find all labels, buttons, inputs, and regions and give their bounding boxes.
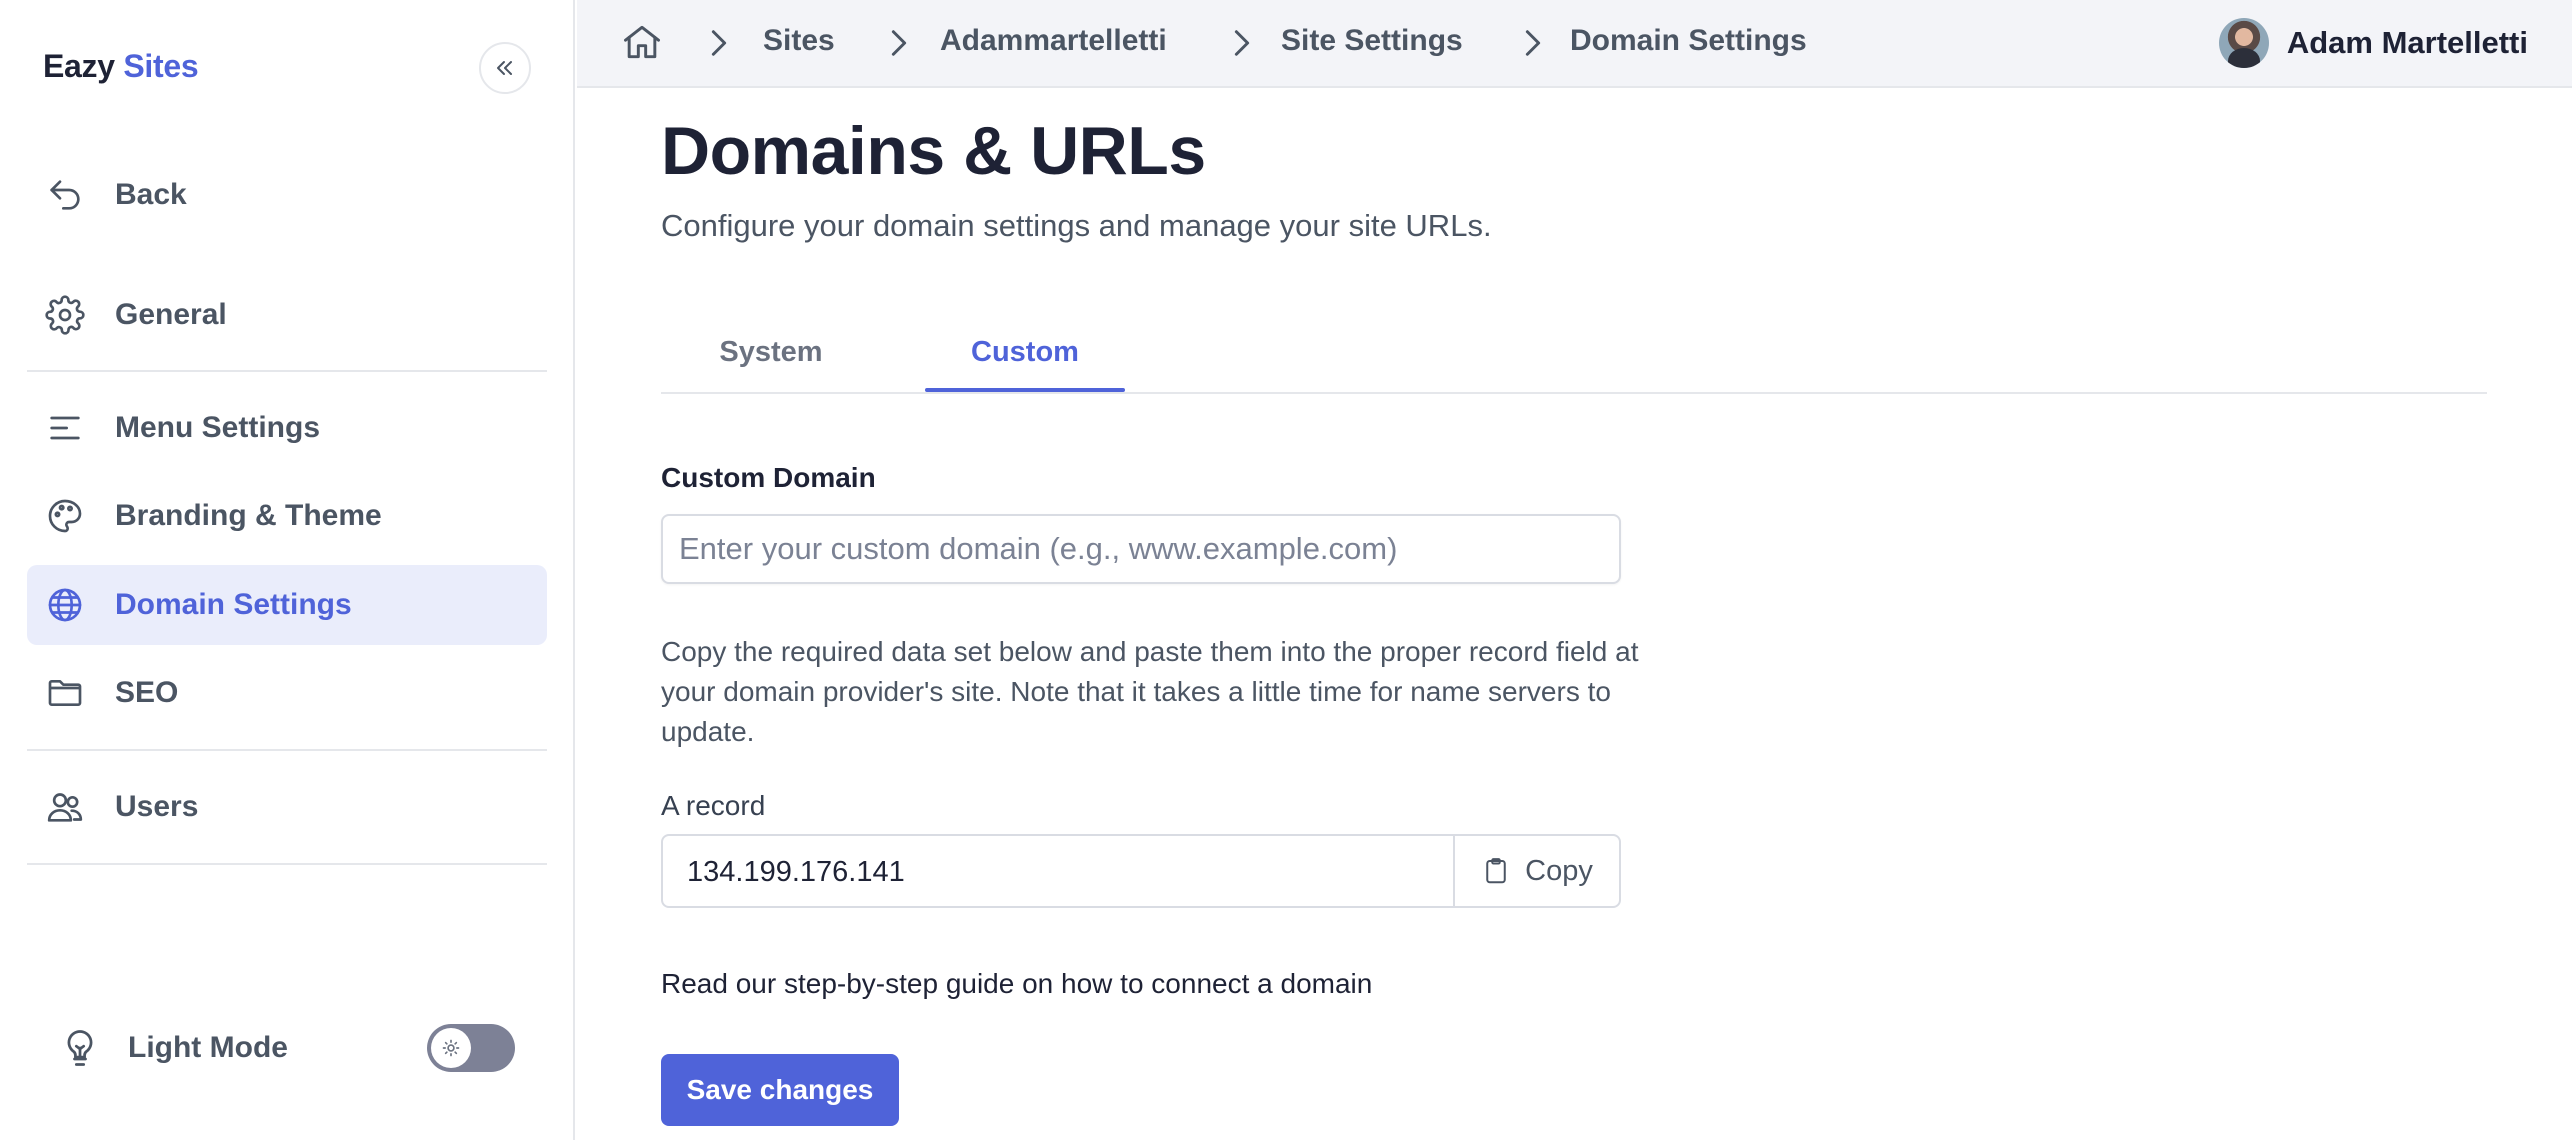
user-name: Adam Martelletti xyxy=(2286,25,2528,60)
sidebar-item-label: Back xyxy=(115,178,187,211)
breadcrumb-item-site-settings[interactable]: Site Settings xyxy=(1281,24,1463,58)
avatar xyxy=(2218,18,2269,68)
top-bar: Sites Adammartelletti Site Settings Doma… xyxy=(577,0,2572,88)
menu-lines-icon xyxy=(43,406,87,450)
sidebar-divider xyxy=(27,749,547,751)
breadcrumb-item-domain-settings[interactable]: Domain Settings xyxy=(1570,24,1807,58)
tab-system[interactable]: System xyxy=(711,336,831,369)
sidebar-item-seo[interactable]: SEO xyxy=(27,653,547,733)
sidebar-item-branding-theme[interactable]: Branding & Theme xyxy=(27,476,547,556)
page-title: Domains & URLs xyxy=(661,113,1206,189)
sidebar-item-label: Domain Settings xyxy=(115,588,352,621)
sidebar-item-label: General xyxy=(115,298,227,331)
light-mode-row: Light Mode xyxy=(58,1020,518,1076)
copy-button-label: Copy xyxy=(1525,854,1593,887)
palette-icon xyxy=(43,494,87,538)
sidebar-item-label: SEO xyxy=(115,676,179,709)
tab-custom[interactable]: Custom xyxy=(925,336,1125,369)
sidebar-item-back[interactable]: Back xyxy=(27,155,547,235)
clipboard-icon xyxy=(1486,858,1506,884)
sidebar: Eazy Sites Back General Menu Settings Br… xyxy=(0,0,575,1140)
a-record-value[interactable]: 134.199.176.141 xyxy=(687,856,905,889)
sidebar-item-users[interactable]: Users xyxy=(27,767,547,847)
breadcrumb-item-sites[interactable]: Sites xyxy=(763,24,835,58)
toggle-knob xyxy=(431,1028,471,1068)
save-changes-button[interactable]: Save changes xyxy=(661,1054,899,1126)
brand-logo: Eazy Sites xyxy=(43,48,199,85)
brand-name-part1: Eazy xyxy=(43,48,115,84)
custom-domain-input[interactable] xyxy=(661,514,1621,584)
users-icon xyxy=(43,785,87,829)
breadcrumb-item-site[interactable]: Adammartelletti xyxy=(940,24,1167,58)
connect-domain-guide-link[interactable]: Read our step-by-step guide on how to co… xyxy=(661,968,1372,1000)
sidebar-item-general[interactable]: General xyxy=(27,275,547,355)
a-record-label: A record xyxy=(661,790,766,821)
a-record-field: 134.199.176.141 Copy xyxy=(661,834,1621,908)
home-icon xyxy=(624,25,660,59)
custom-domain-label: Custom Domain xyxy=(661,462,876,493)
sidebar-item-label: Branding & Theme xyxy=(115,499,382,532)
sidebar-item-label: Users xyxy=(115,790,199,823)
sidebar-divider xyxy=(27,370,547,372)
folder-icon xyxy=(43,671,87,715)
sidebar-divider xyxy=(27,863,547,865)
page-subtitle: Configure your domain settings and manag… xyxy=(661,208,1492,243)
sidebar-item-label: Menu Settings xyxy=(115,411,321,444)
chevron-right-icon xyxy=(887,26,911,60)
gear-icon xyxy=(43,293,87,337)
chevron-right-icon xyxy=(1521,26,1545,60)
globe-icon xyxy=(43,583,87,627)
home-button[interactable] xyxy=(620,20,664,64)
chevron-right-icon xyxy=(1230,26,1254,60)
lightbulb-icon xyxy=(67,1030,93,1066)
custom-domain-help-text: Copy the required data set below and pas… xyxy=(661,636,1639,747)
copy-button[interactable]: Copy xyxy=(1453,836,1619,906)
double-chevron-left-icon xyxy=(497,61,512,75)
sidebar-item-domain-settings[interactable]: Domain Settings xyxy=(27,565,547,645)
active-tab-indicator xyxy=(925,388,1125,392)
light-mode-toggle[interactable] xyxy=(427,1024,515,1072)
sidebar-item-menu-settings[interactable]: Menu Settings xyxy=(27,388,547,468)
light-mode-label: Light Mode xyxy=(128,1031,288,1064)
back-arrow-icon xyxy=(43,173,87,217)
tab-bar: System Custom xyxy=(661,320,2487,394)
user-menu[interactable]: Adam Martelletti xyxy=(2218,18,2528,68)
collapse-sidebar-button[interactable] xyxy=(479,42,531,94)
chevron-right-icon xyxy=(707,26,731,60)
brand-name-part2: Sites xyxy=(123,48,199,84)
sun-icon xyxy=(442,1039,460,1057)
